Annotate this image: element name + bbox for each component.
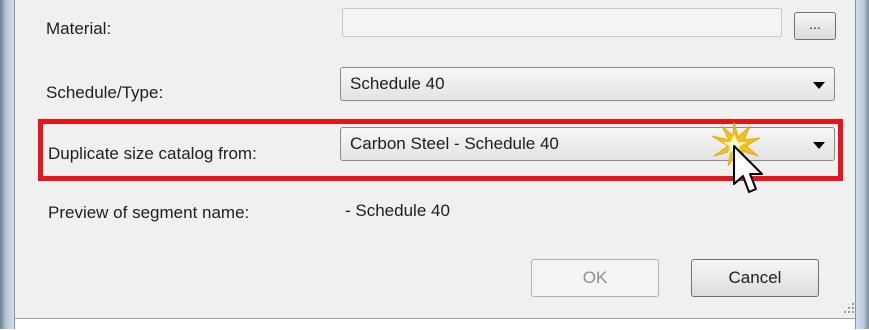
schedule-type-value: Schedule 40 (350, 74, 445, 93)
preview-label: Preview of segment name: (48, 203, 250, 222)
material-browse-button[interactable]: ... (794, 12, 836, 40)
preview-value: - Schedule 40 (345, 201, 450, 220)
chevron-down-icon (813, 82, 825, 89)
material-label: Material: (46, 19, 112, 38)
ok-button[interactable]: OK (531, 259, 659, 297)
mouse-pointer-icon (733, 145, 763, 193)
schedule-type-label: Schedule/Type: (46, 83, 164, 102)
material-field (342, 8, 782, 37)
window-frame-right (855, 0, 869, 329)
cursor-group (704, 118, 784, 202)
schedule-type-dropdown[interactable]: Schedule 40 (340, 67, 835, 101)
resize-grip-icon[interactable] (843, 302, 855, 314)
window-frame-left (0, 0, 15, 329)
cancel-button[interactable]: Cancel (691, 259, 819, 297)
dialog-bottom-edge (15, 318, 855, 330)
